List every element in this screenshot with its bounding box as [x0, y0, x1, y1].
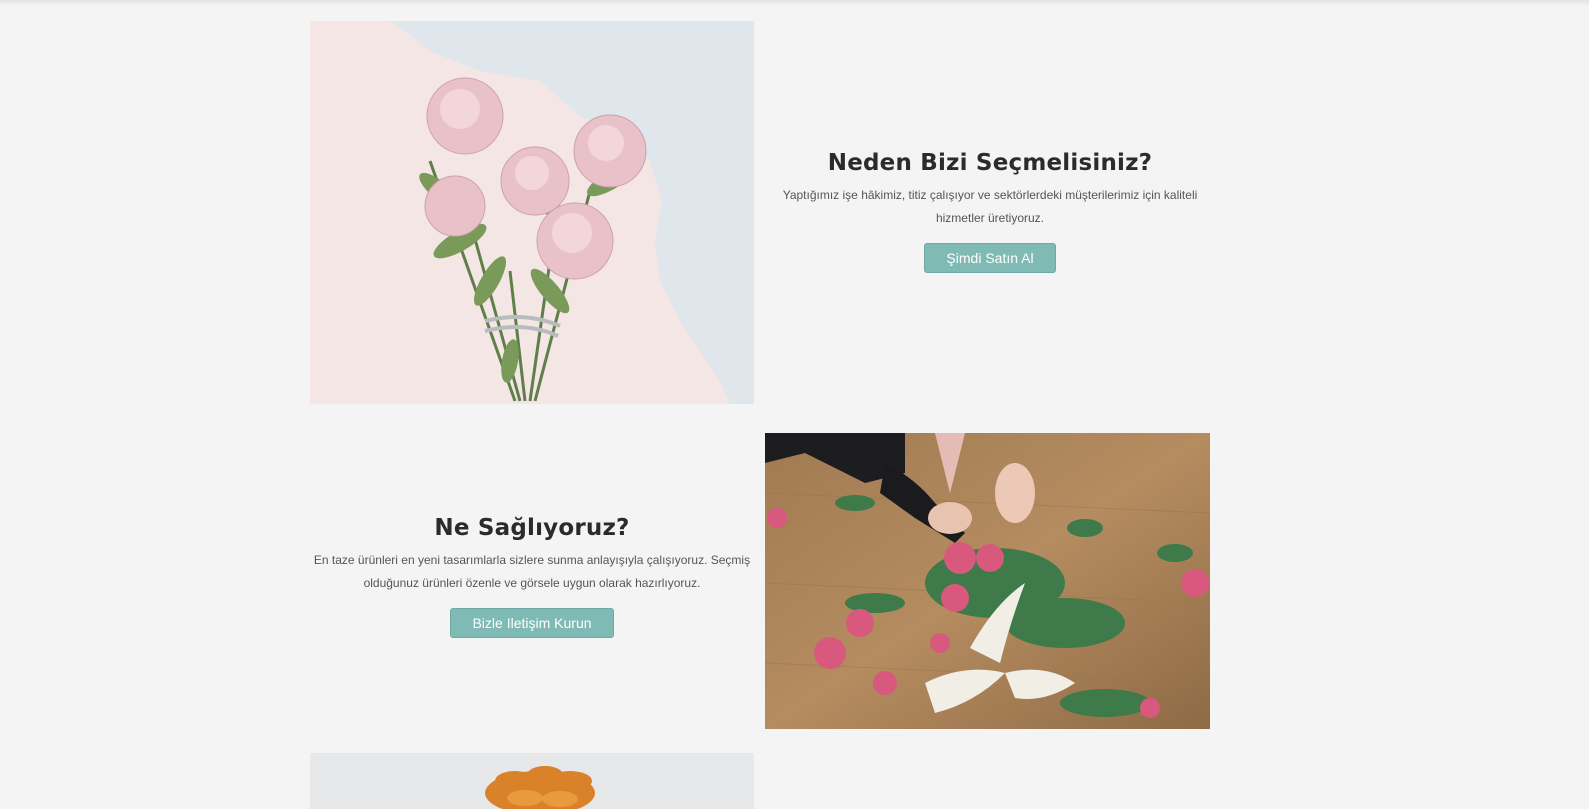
why-us-section: Neden Bizi Seçmelisiniz? Yaptığımız işe … — [770, 150, 1210, 273]
why-us-description: Yaptığımız işe hâkimiz, titiz çalışıyor … — [782, 188, 1198, 225]
header-shadow — [0, 0, 1589, 6]
contact-us-button[interactable]: Bizle Iletişim Kurun — [450, 608, 614, 638]
what-we-provide-section: Ne Sağlıyoruz? En taze ürünleri en yeni … — [312, 515, 752, 638]
what-we-provide-title: Ne Sağlıyoruz? — [434, 515, 630, 541]
buy-now-button[interactable]: Şimdi Satın Al — [924, 243, 1056, 273]
why-us-title: Neden Bizi Seçmelisiniz? — [827, 150, 1153, 176]
orange-flowers-image — [310, 753, 754, 809]
peony-bouquet-image — [310, 21, 754, 404]
florist-arranging-image — [765, 433, 1210, 729]
what-we-provide-description: En taze ürünleri en yeni tasarımlarla si… — [313, 553, 751, 590]
